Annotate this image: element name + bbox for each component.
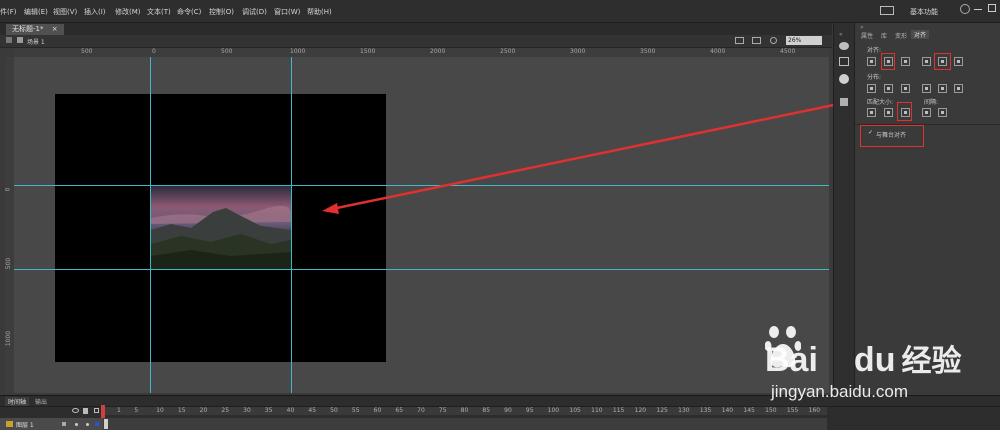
frame-number: 125 bbox=[656, 407, 668, 414]
frame-number: 130 bbox=[678, 407, 690, 414]
color-icon[interactable] bbox=[839, 42, 849, 50]
tab-transform[interactable]: 变形 bbox=[895, 31, 907, 40]
frame-number: 90 bbox=[504, 407, 512, 414]
distribute-vcenter-icon[interactable] bbox=[884, 84, 893, 93]
highlight-box bbox=[897, 102, 912, 121]
frame-number: 105 bbox=[569, 407, 581, 414]
brand-du: du bbox=[853, 341, 896, 379]
swatches-icon[interactable] bbox=[839, 57, 849, 66]
frame-number: 55 bbox=[351, 407, 360, 414]
align-left-icon[interactable] bbox=[867, 57, 876, 66]
frame-number: 40 bbox=[286, 407, 295, 414]
distribute-hcenter-icon[interactable] bbox=[938, 84, 947, 93]
frame-number: 95 bbox=[525, 407, 534, 414]
match-height-icon[interactable] bbox=[884, 108, 893, 117]
frame-number: 145 bbox=[743, 407, 755, 414]
tab-timeline[interactable]: 时间轴 bbox=[5, 397, 30, 406]
frame-number: 20 bbox=[199, 407, 208, 414]
align-label: 对齐: bbox=[867, 47, 882, 54]
frame-number: 25 bbox=[221, 407, 230, 414]
frame-number: 115 bbox=[612, 407, 625, 414]
layer-icon bbox=[6, 421, 13, 427]
baidu-watermark: Bai du 经验 jingyan.baidu.com bbox=[765, 318, 1000, 418]
frame-number: 75 bbox=[438, 407, 447, 414]
frame-number: 10 bbox=[156, 407, 164, 414]
space-evenly-horizontal-icon[interactable] bbox=[938, 108, 947, 117]
frame-number: 45 bbox=[308, 407, 317, 414]
tab-align[interactable]: 对齐 bbox=[911, 30, 930, 39]
eye-icon[interactable] bbox=[72, 408, 79, 413]
transform-icon[interactable] bbox=[840, 98, 848, 106]
brand-latin: Bai bbox=[765, 341, 818, 379]
frame-number: 80 bbox=[460, 407, 469, 414]
distribute-left-icon[interactable] bbox=[922, 84, 931, 93]
frame-number: 120 bbox=[634, 407, 647, 414]
frame-number: 60 bbox=[373, 407, 382, 414]
space-evenly-vertical-icon[interactable] bbox=[922, 108, 931, 117]
layer-pencil-icon bbox=[62, 422, 66, 426]
highlight-box bbox=[881, 53, 895, 70]
brand-cn: 经验 bbox=[901, 345, 962, 378]
frame-number: 30 bbox=[243, 407, 251, 414]
layer-outline-swatch[interactable] bbox=[95, 422, 99, 426]
tab-output[interactable]: 输出 bbox=[35, 397, 47, 406]
frame-number: 15 bbox=[177, 407, 186, 414]
frame-number: 110 bbox=[591, 407, 603, 414]
distribute-label: 分布: bbox=[867, 74, 882, 81]
watermark-url: jingyan.baidu.com bbox=[771, 382, 909, 401]
frame-number: 1 bbox=[117, 407, 121, 414]
frame-number: 85 bbox=[482, 407, 491, 414]
align-bottom-icon[interactable] bbox=[954, 57, 963, 66]
layer-visible-dot[interactable] bbox=[75, 423, 78, 426]
layer-lock-dot[interactable] bbox=[86, 423, 89, 426]
frame-number: 50 bbox=[330, 407, 338, 414]
align-top-icon[interactable] bbox=[922, 57, 931, 66]
panel-collapse-icon[interactable]: » bbox=[860, 24, 864, 31]
outline-icon[interactable] bbox=[94, 408, 99, 413]
frame-number: 140 bbox=[721, 407, 734, 414]
frame-track[interactable] bbox=[103, 418, 827, 430]
tab-properties[interactable]: 属性 bbox=[861, 31, 873, 40]
frame-number: 65 bbox=[395, 407, 404, 414]
layer-row[interactable]: 图层 1 bbox=[0, 418, 103, 430]
frame-numbers: 1 5 10 15 20 25 30 35 40 45 50 55 60 65 70 75 80 85 90 95 10… bbox=[103, 407, 827, 415]
distribute-top-icon[interactable] bbox=[867, 84, 876, 93]
match-size-label: 匹配大小: bbox=[867, 99, 894, 106]
info-icon[interactable] bbox=[839, 74, 849, 84]
frame-number: 5 bbox=[134, 407, 139, 414]
watermark-brand: Bai du 经验 bbox=[765, 336, 961, 380]
distribute-right-icon[interactable] bbox=[954, 84, 963, 93]
match-width-icon[interactable] bbox=[867, 108, 876, 117]
frame-number: 35 bbox=[264, 407, 273, 414]
lock-icon[interactable] bbox=[83, 408, 88, 414]
frame-number: 135 bbox=[699, 407, 712, 414]
align-to-stage-label[interactable]: 与舞台对齐 bbox=[876, 130, 906, 139]
align-right-icon[interactable] bbox=[901, 57, 910, 66]
tab-library[interactable]: 库 bbox=[881, 31, 887, 40]
spacing-label: 间隔: bbox=[924, 99, 939, 106]
keyframe[interactable] bbox=[104, 419, 108, 429]
collapse-icon[interactable]: « bbox=[839, 31, 843, 38]
frame-number: 70 bbox=[417, 407, 425, 414]
layer-name[interactable]: 图层 1 bbox=[16, 420, 34, 429]
align-to-stage-checkbox[interactable]: ✓ bbox=[868, 129, 873, 136]
frame-number: 100 bbox=[547, 407, 560, 414]
highlight-box bbox=[934, 53, 951, 70]
distribute-bottom-icon[interactable] bbox=[901, 84, 910, 93]
